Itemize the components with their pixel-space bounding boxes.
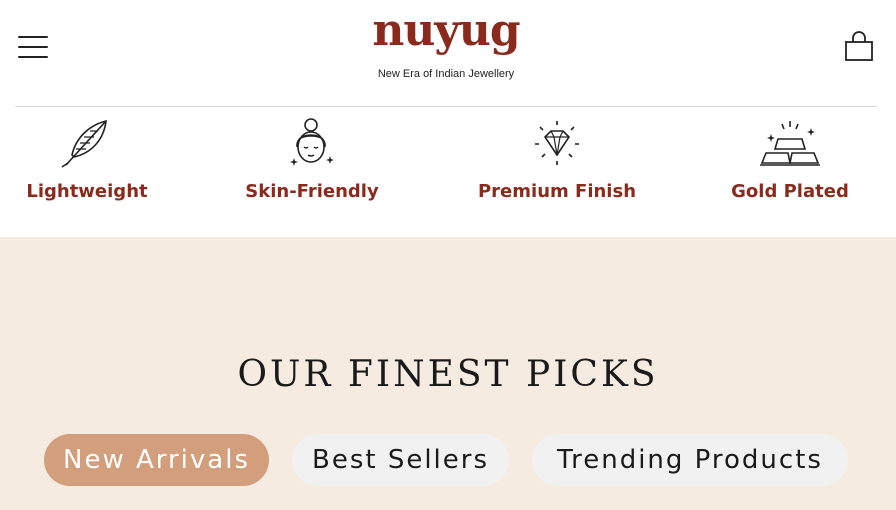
feather-icon [61,119,107,168]
finest-picks-section: OUR FINEST PICKS New Arrivals Best Selle… [0,237,896,510]
tab-trending-products[interactable]: Trending Products [532,434,848,486]
menu-line [18,46,48,48]
feature-label: Skin-Friendly [245,181,379,202]
hamburger-menu-icon[interactable] [14,30,52,64]
shopping-bag-icon[interactable] [840,28,878,66]
menu-line [18,36,48,38]
feature-label: Premium Finish [477,181,637,202]
feature-lightweight: Lightweight [20,117,154,227]
site-header: nuyug New Era of Indian Jewellery [0,0,896,107]
feature-premium-finish: Premium Finish [466,117,648,227]
tab-best-sellers[interactable]: Best Sellers [292,434,509,486]
logo-tagline: New Era of Indian Jewellery [377,68,515,80]
feature-label: Lightweight [26,181,148,202]
site-logo[interactable]: nuyug New Era of Indian Jewellery [346,6,546,84]
features-strip: Lightweight Skin-Friendly Premium Finish [0,107,896,237]
logo-wordmark: nuyug [372,5,520,56]
gold-bars-icon [760,121,820,166]
section-title: OUR FINEST PICKS [237,354,659,395]
woman-face-icon [290,118,334,166]
diamond-icon [535,121,579,165]
feature-gold-plated: Gold Plated [722,117,858,227]
feature-skin-friendly: Skin-Friendly [232,117,392,227]
menu-line [18,56,48,58]
feature-label: Gold Plated [731,181,849,202]
tab-new-arrivals[interactable]: New Arrivals [44,434,269,486]
